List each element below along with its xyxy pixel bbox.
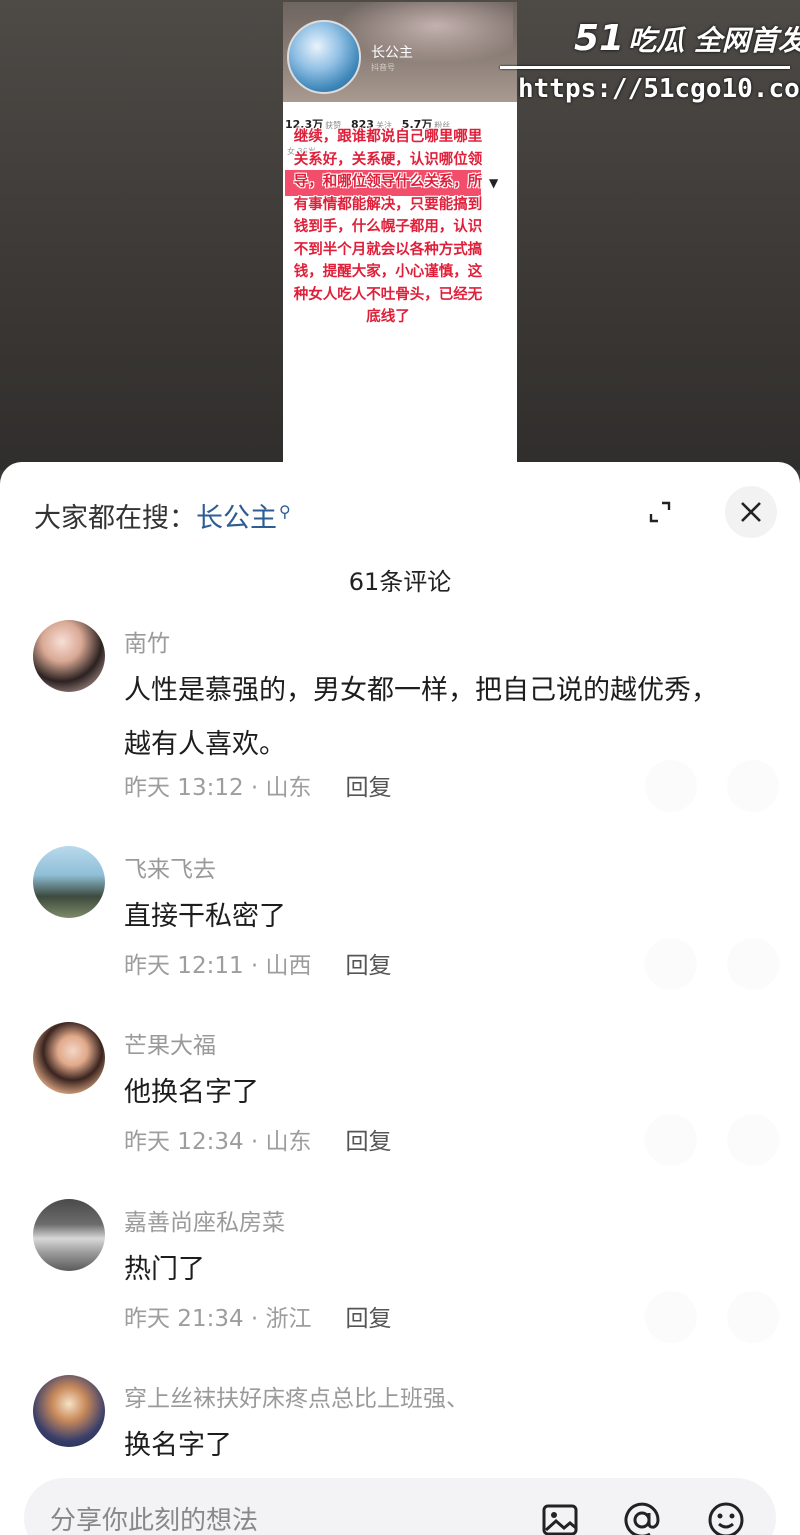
profile-avatar <box>287 20 361 94</box>
avatar[interactable] <box>33 846 105 918</box>
comment-text: 他换名字了 <box>124 1077 259 1108</box>
reply-button[interactable]: 回复 <box>346 953 392 979</box>
close-button[interactable] <box>725 486 777 538</box>
overlay-caption: 继续，跟谁都说自己哪里哪里关系好，关系硬，认识哪位领导，和哪位领导什么关系，所有… <box>293 129 483 325</box>
watermark-logo-text: 吃瓜 全网首发 <box>628 24 800 57</box>
comment-text: 直接干私密了 <box>124 901 286 932</box>
reply-button[interactable]: 回复 <box>346 775 392 801</box>
comment-username[interactable]: 嘉善尚座私房菜 <box>124 1203 285 1237</box>
comment-text: 人性是慕强的，男女都一样，把自己说的越优秀，越有人喜欢。 <box>124 675 718 760</box>
reply-button[interactable]: 回复 <box>346 1306 392 1332</box>
lotus-decoration <box>343 2 513 62</box>
trending-search[interactable]: 大家都在搜：长公主 ⚲ <box>34 496 291 535</box>
comment-meta: 昨天 12:11 · 山西 回复 <box>124 946 392 980</box>
comment-meta: 昨天 21:34 · 浙江 回复 <box>124 1299 392 1333</box>
comment-meta: 昨天 13:12 · 山东 回复 <box>124 768 392 802</box>
like-icon[interactable] <box>645 760 697 812</box>
watermark-url: https://51cgo10.com <box>518 74 800 104</box>
like-icon[interactable] <box>645 1291 697 1343</box>
comment-input-bar[interactable]: 分享你此刻的想法 <box>24 1478 776 1535</box>
dislike-icon[interactable] <box>727 1291 779 1343</box>
comment-time: 昨天 12:34 · 山东 <box>124 1129 312 1155</box>
comment-username[interactable]: 穿上丝袜扶好床疼点总比上班强、 <box>124 1379 469 1413</box>
comment-text: 热门了 <box>124 1254 205 1285</box>
reply-button[interactable]: 回复 <box>346 1129 392 1155</box>
image-icon[interactable] <box>540 1500 580 1535</box>
search-icon: ⚲ <box>279 502 291 521</box>
close-icon <box>741 502 761 522</box>
comment-item: 南竹 人性是慕强的，男女都一样，把自己说的越优秀，越有人喜欢。 昨天 13:12… <box>0 620 800 812</box>
comments-sheet: 大家都在搜：长公主 ⚲ 61条评论 南竹 人性是慕强的，男女都一样，把自己说的越优… <box>0 462 800 1535</box>
comment-text: 换名字了 <box>124 1430 232 1461</box>
like-icon[interactable] <box>645 1114 697 1166</box>
dropdown-arrow-icon: ▼ <box>489 176 499 190</box>
profile-sub: 抖音号 <box>371 63 395 72</box>
comment-time: 昨天 13:12 · 山东 <box>124 775 312 801</box>
dislike-icon[interactable] <box>727 938 779 990</box>
avatar[interactable] <box>33 1375 105 1447</box>
embedded-profile-screenshot: 长公主 抖音号 12.3万 获赞 823 关注 5.7万 粉丝 女·36岁 ▼ 继续，… <box>283 2 517 472</box>
profile-header: 长公主 抖音号 <box>283 2 517 102</box>
avatar[interactable] <box>33 1199 105 1271</box>
video-backdrop: 长公主 抖音号 12.3万 获赞 823 关注 5.7万 粉丝 女·36岁 ▼ 继续，… <box>0 0 800 472</box>
expand-button[interactable] <box>634 486 686 538</box>
comment-input[interactable]: 分享你此刻的想法 <box>50 1500 258 1535</box>
dislike-icon[interactable] <box>727 1114 779 1166</box>
emoji-icon[interactable] <box>706 1500 746 1535</box>
like-icon[interactable] <box>645 938 697 990</box>
dislike-icon[interactable] <box>727 760 779 812</box>
profile-name: 长公主 <box>371 45 413 61</box>
expand-icon <box>649 501 671 523</box>
comment-username[interactable]: 芒果大福 <box>124 1026 216 1060</box>
comment-username[interactable]: 南竹 <box>124 624 170 658</box>
watermark-divider <box>500 66 790 69</box>
search-prefix: 大家都在搜： <box>34 503 196 534</box>
comment-time: 昨天 21:34 · 浙江 <box>124 1306 312 1332</box>
at-icon[interactable] <box>622 1500 662 1535</box>
watermark-logo-number: 51 <box>574 18 625 59</box>
comment-item: 嘉善尚座私房菜 热门了 昨天 21:34 · 浙江 回复 <box>0 1199 800 1343</box>
comment-item: 芒果大福 他换名字了 昨天 12:34 · 山东 回复 <box>0 1022 800 1166</box>
comment-time: 昨天 12:11 · 山西 <box>124 953 312 979</box>
watermark-logo: 51 吃瓜 全网首发 <box>574 18 800 59</box>
comment-meta: 昨天 12:34 · 山东 回复 <box>124 1122 392 1156</box>
comment-count: 61条评论 <box>348 568 452 596</box>
avatar[interactable] <box>33 620 105 692</box>
comment-item: 穿上丝袜扶好床疼点总比上班强、 换名字了 <box>0 1375 800 1475</box>
search-term-link[interactable]: 长公主 <box>196 503 277 534</box>
avatar[interactable] <box>33 1022 105 1094</box>
comment-item: 飞来飞去 直接干私密了 昨天 12:11 · 山西 回复 <box>0 846 800 990</box>
comment-username[interactable]: 飞来飞去 <box>124 850 216 884</box>
